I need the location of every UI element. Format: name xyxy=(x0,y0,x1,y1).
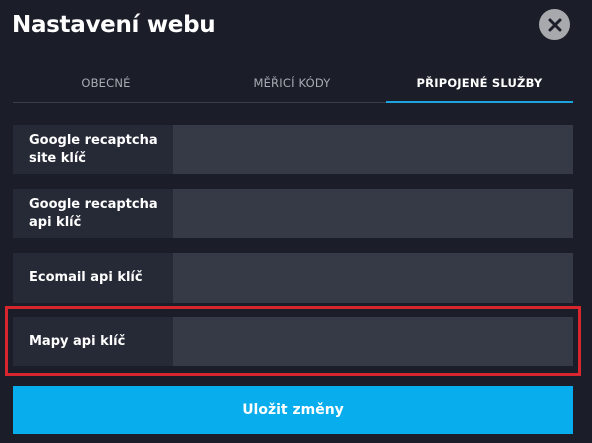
mapy-api-key-input[interactable] xyxy=(173,317,573,366)
ecomail-api-key-input[interactable] xyxy=(173,253,573,303)
field-label: Mapy api klíč xyxy=(29,333,126,349)
field-row-ecomail: Ecomail api klíč xyxy=(13,253,573,303)
close-button[interactable] xyxy=(539,9,570,40)
tab-tracking-codes[interactable]: MĚŘICÍ KÓDY xyxy=(199,68,385,100)
field-label: Google recaptcha site klíč xyxy=(29,132,158,166)
field-row-recaptcha-site: Google recaptcha site klíč xyxy=(13,125,573,174)
tab-bar: OBECNÉ MĚŘICÍ KÓDY PŘIPOJENÉ SLUŽBY xyxy=(13,68,573,103)
tab-general[interactable]: OBECNÉ xyxy=(13,68,199,100)
settings-modal: Nastavení webu OBECNÉ MĚŘICÍ KÓDY PŘIPOJ… xyxy=(0,0,592,443)
field-row-mapy: Mapy api klíč xyxy=(13,317,573,366)
field-label: Ecomail api klíč xyxy=(29,270,143,285)
save-button[interactable]: Uložit změny xyxy=(13,386,573,434)
close-icon xyxy=(548,18,561,31)
tab-connected-services[interactable]: PŘIPOJENÉ SLUŽBY xyxy=(386,68,573,103)
recaptcha-site-key-input[interactable] xyxy=(173,125,573,174)
recaptcha-api-key-input[interactable] xyxy=(173,189,573,238)
field-label: Google recaptcha api klíč xyxy=(29,196,158,230)
modal-title: Nastavení webu xyxy=(12,12,216,38)
field-row-recaptcha-api: Google recaptcha api klíč xyxy=(13,189,573,238)
